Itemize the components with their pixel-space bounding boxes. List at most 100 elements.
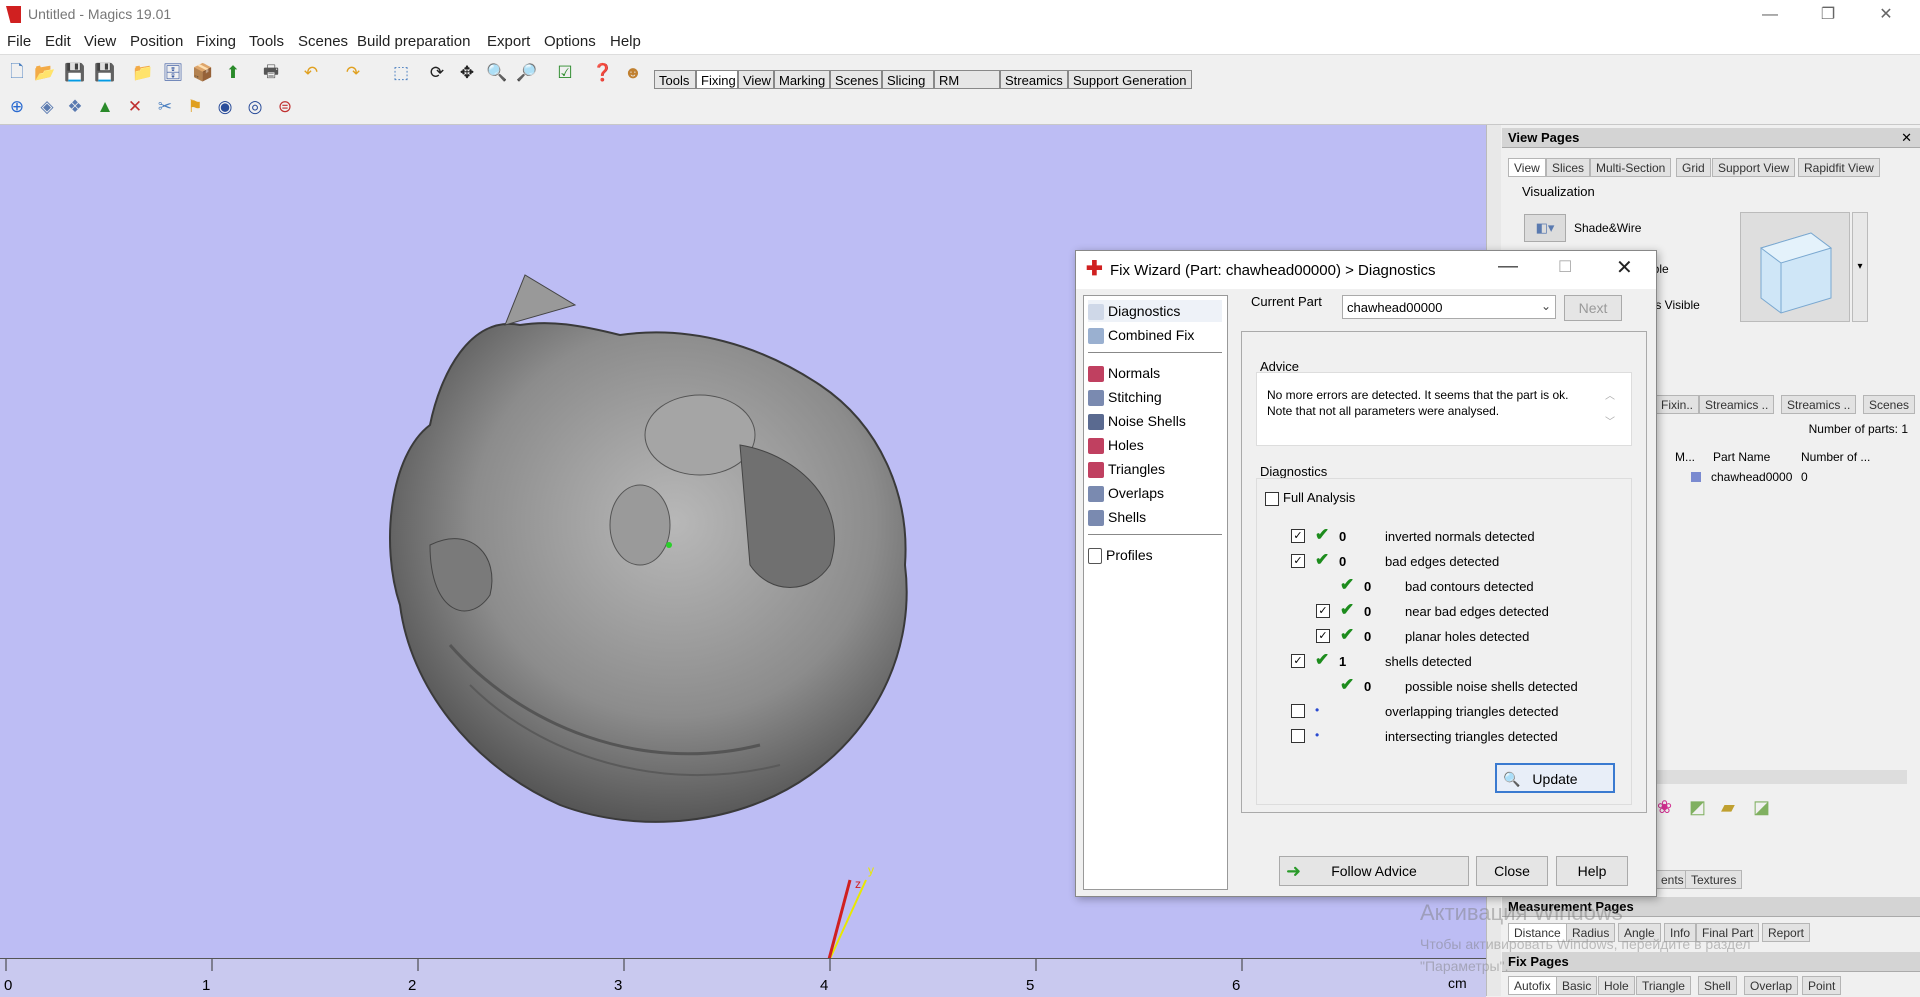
menu-build-preparation[interactable]: Build preparation xyxy=(357,33,470,50)
follow-advice-button[interactable]: ➜ Follow Advice xyxy=(1279,856,1469,886)
cut-icon[interactable]: ✂ xyxy=(152,94,178,120)
toolbar-tab-view[interactable]: View xyxy=(738,70,774,89)
load-scene-icon[interactable]: 📦 xyxy=(190,60,216,86)
part-tab-fixing[interactable]: Fixin.. xyxy=(1655,395,1700,414)
part-action-icon-4[interactable]: ◪ xyxy=(1753,797,1770,818)
part-row-name[interactable]: chawhead0000 xyxy=(1711,470,1792,484)
toolbar-tab-slicing[interactable]: Slicing xyxy=(882,70,934,89)
overlap-icon[interactable]: ◎ xyxy=(242,94,268,120)
menu-tools[interactable]: Tools xyxy=(249,33,284,50)
current-part-select[interactable]: chawhead00000 ⌄ xyxy=(1342,295,1556,319)
nav-noise-shells[interactable]: Noise Shells xyxy=(1088,410,1186,432)
new-file-icon[interactable]: 🗋 xyxy=(4,60,30,86)
menu-fixing[interactable]: Fixing xyxy=(196,33,236,50)
fill-hole-icon[interactable]: ⚑ xyxy=(182,94,208,120)
shade-wire-dropdown[interactable]: ◧▾ xyxy=(1524,214,1566,242)
tab-textures[interactable]: Textures xyxy=(1685,870,1743,889)
save-part-icon[interactable]: 🗄 xyxy=(160,60,186,86)
part-action-icon-2[interactable]: ◩ xyxy=(1689,797,1706,818)
menu-view[interactable]: View xyxy=(84,33,116,50)
close-window-button[interactable]: ✕ xyxy=(1864,2,1908,28)
help-icon[interactable]: ❓ xyxy=(590,60,616,86)
maximize-button[interactable]: ❐ xyxy=(1806,2,1850,28)
checklist-icon[interactable]: ☑ xyxy=(552,60,578,86)
menu-help[interactable]: Help xyxy=(610,33,641,50)
zoom-icon[interactable]: 🔍 xyxy=(484,60,510,86)
minimize-button[interactable]: — xyxy=(1748,2,1792,28)
fix-tab-basic[interactable]: Basic xyxy=(1556,976,1598,995)
col-part-name[interactable]: Part Name xyxy=(1713,450,1770,464)
import-part-icon[interactable]: 📁 xyxy=(130,60,156,86)
unload-part-icon[interactable]: ⬆ xyxy=(220,60,246,86)
undo-icon[interactable]: ↶ xyxy=(298,60,324,86)
menu-options[interactable]: Options xyxy=(544,33,596,50)
nav-combined-fix[interactable]: Combined Fix xyxy=(1088,324,1194,346)
nav-normals[interactable]: Normals xyxy=(1088,362,1160,384)
menu-edit[interactable]: Edit xyxy=(45,33,71,50)
dialog-maximize-button[interactable]: ☐ xyxy=(1558,257,1572,277)
chawhead-model[interactable] xyxy=(389,274,908,823)
dialog-close-icon[interactable]: ✕ xyxy=(1616,255,1633,280)
view-cube-preview[interactable] xyxy=(1740,212,1850,322)
nav-shells[interactable]: Shells xyxy=(1088,506,1146,528)
fix-tab-autofix[interactable]: Autofix xyxy=(1508,976,1557,995)
part-tab-streamics-2[interactable]: Streamics .. xyxy=(1781,395,1857,414)
nav-diagnostics[interactable]: Diagnostics xyxy=(1088,300,1222,322)
full-analysis-checkbox[interactable] xyxy=(1265,492,1279,506)
next-button[interactable]: Next xyxy=(1564,295,1622,321)
part-action-icon-3[interactable]: ▰ xyxy=(1721,797,1735,818)
update-button[interactable]: 🔍 Update xyxy=(1495,763,1615,793)
stitch-icon[interactable]: ❖ xyxy=(62,94,88,120)
fix-tab-hole[interactable]: Hole xyxy=(1598,976,1635,995)
print-icon[interactable]: 🖶 xyxy=(258,60,284,86)
fix-tab-point[interactable]: Point xyxy=(1802,976,1842,995)
select-icon[interactable]: ⬚ xyxy=(388,60,414,86)
toolbar-tab-scenes[interactable]: Scenes xyxy=(830,70,882,89)
diagnostic-checkbox[interactable] xyxy=(1291,729,1305,743)
fix-wizard-icon[interactable]: ⊕ xyxy=(4,94,30,120)
measure-tab-report[interactable]: Report xyxy=(1762,923,1811,942)
nav-holes[interactable]: Holes xyxy=(1088,434,1144,456)
fix-tab-overlap[interactable]: Overlap xyxy=(1744,976,1799,995)
menu-scenes[interactable]: Scenes xyxy=(298,33,348,50)
nav-overlaps[interactable]: Overlaps xyxy=(1088,482,1164,504)
view-pages-tab-slices[interactable]: Slices xyxy=(1546,158,1591,177)
diagnostic-checkbox[interactable]: ✓ xyxy=(1291,654,1305,668)
view-pages-tab-rapidfit-view[interactable]: Rapidfit View xyxy=(1798,158,1880,177)
save-as-icon[interactable]: 💾 xyxy=(92,60,118,86)
col-number[interactable]: Number of ... xyxy=(1801,450,1870,464)
dialog-title-bar[interactable]: ✚ Fix Wizard (Part: chawhead00000) > Dia… xyxy=(1076,251,1656,289)
part-tab-streamics-1[interactable]: Streamics .. xyxy=(1699,395,1775,414)
diagnostic-checkbox[interactable]: ✓ xyxy=(1291,529,1305,543)
menu-file[interactable]: File xyxy=(7,33,31,50)
toolbar-tab-rm-slicer[interactable]: RM Slicer xyxy=(934,70,1000,107)
toolbar-tab-streamics[interactable]: Streamics xyxy=(1000,70,1068,89)
shell-icon[interactable]: ◉ xyxy=(212,94,238,120)
toolbar-tab-marking[interactable]: Marking xyxy=(774,70,830,89)
nav-stitching[interactable]: Stitching xyxy=(1088,386,1162,408)
col-material[interactable]: M... xyxy=(1675,450,1695,464)
delete-triangle-icon[interactable]: ✕ xyxy=(122,94,148,120)
view-pages-tab-multi-section[interactable]: Multi-Section xyxy=(1590,158,1672,177)
part-list-scrollbar[interactable] xyxy=(1655,770,1907,784)
context-help-icon[interactable]: ☻ xyxy=(620,60,646,86)
dialog-minimize-button[interactable]: — xyxy=(1498,255,1518,278)
diagnostic-checkbox[interactable]: ✓ xyxy=(1316,629,1330,643)
toolbar-tab-support-generation[interactable]: Support Generation xyxy=(1068,70,1192,89)
part-action-icon-1[interactable]: ❀ xyxy=(1657,797,1672,818)
nav-profiles[interactable]: Profiles xyxy=(1088,544,1153,566)
view-pages-tab-grid[interactable]: Grid xyxy=(1676,158,1711,177)
pan-view-icon[interactable]: ✥ xyxy=(454,60,480,86)
menu-export[interactable]: Export xyxy=(487,33,530,50)
part-tab-scenes[interactable]: Scenes xyxy=(1863,395,1916,414)
close-button[interactable]: Close xyxy=(1476,856,1548,886)
nav-triangles[interactable]: Triangles xyxy=(1088,458,1165,480)
normals-icon[interactable]: ◈ xyxy=(34,94,60,120)
view-pages-tab-support-view[interactable]: Support View xyxy=(1712,158,1796,177)
save-icon[interactable]: 💾 xyxy=(62,60,88,86)
diagnostic-checkbox[interactable]: ✓ xyxy=(1316,604,1330,618)
rotate-view-icon[interactable]: ⟳ xyxy=(424,60,450,86)
toolbar-tab-fixing[interactable]: Fixing xyxy=(696,70,738,89)
zoom-reset-icon[interactable]: 🔎 xyxy=(514,60,540,86)
open-folder-icon[interactable]: 📂 xyxy=(32,60,58,86)
